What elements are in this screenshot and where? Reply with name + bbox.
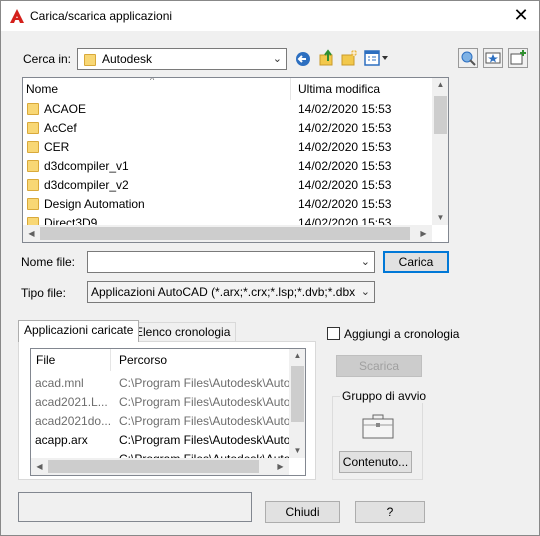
folder-icon — [27, 141, 39, 153]
scroll-left-icon[interactable]: ◀ — [23, 229, 40, 238]
filename-input[interactable]: ⌄ — [87, 251, 375, 273]
filename-label: Nome file: — [21, 255, 76, 269]
list-item[interactable]: AcCef — [27, 119, 289, 138]
loaded-apps-panel: File Percorso acad.mnl C:\Program Files\… — [18, 341, 316, 480]
load-unload-dialog: Carica/scarica applicazioni ✕ Cerca in: … — [0, 0, 540, 536]
apps-horizontal-scrollbar[interactable]: ◀ ▶ — [31, 458, 289, 475]
autocad-logo-icon — [10, 9, 24, 23]
lookin-dropdown[interactable]: Autodesk ⌄ — [77, 48, 287, 70]
list-item-date: 14/02/2020 15:53 — [298, 159, 392, 173]
add-favorite-icon[interactable] — [508, 48, 528, 68]
list-item[interactable]: d3dcompiler_v1 — [27, 157, 289, 176]
scroll-thumb[interactable] — [291, 366, 304, 422]
list-item[interactable]: d3dcompiler_v2 — [27, 176, 289, 195]
loaded-app-path: C:\Program Files\Autodesk\AutoCA... — [119, 376, 289, 390]
chevron-down-icon: ⌄ — [272, 53, 282, 65]
scroll-down-icon[interactable]: ▼ — [432, 213, 448, 222]
loaded-app-file[interactable]: acapp.arx — [35, 431, 111, 450]
chevron-down-icon: ⌄ — [360, 286, 370, 298]
scroll-thumb[interactable] — [48, 460, 259, 473]
loaded-app-path: C:\Program Files\Autodesk\AutoCA... — [119, 433, 289, 447]
close-button[interactable]: Chiudi — [265, 501, 340, 523]
loaded-app-path: C:\Program Files\Autodesk\AutoCA... — [119, 395, 289, 409]
folder-icon — [84, 54, 96, 66]
scroll-thumb[interactable] — [434, 96, 447, 134]
loaded-app-file[interactable]: ... — [35, 450, 111, 458]
scroll-up-icon[interactable]: ▲ — [289, 351, 305, 360]
column-header-date[interactable]: Ultima modifica — [292, 78, 432, 100]
scroll-right-icon[interactable]: ▶ — [415, 229, 432, 238]
list-item[interactable]: ACAOE — [27, 100, 289, 119]
sort-up-icon: ^ — [150, 77, 155, 85]
startup-group: Gruppo di avvio Contenuto... — [332, 389, 429, 480]
list-item-date: 14/02/2020 15:53 — [298, 140, 392, 154]
unload-button[interactable]: Scarica — [336, 355, 422, 377]
files-vertical-scrollbar[interactable]: ▲ ▼ — [432, 78, 448, 225]
list-item[interactable]: Direct3D9 — [27, 214, 289, 225]
search-web-icon[interactable] — [458, 48, 478, 68]
up-folder-icon[interactable] — [318, 49, 336, 67]
lookin-value: Autodesk — [102, 52, 153, 66]
window-title: Carica/scarica applicazioni — [30, 9, 173, 23]
startup-group-title: Gruppo di avvio — [340, 389, 429, 403]
scroll-up-icon[interactable]: ▲ — [432, 80, 448, 89]
briefcase-icon — [362, 414, 394, 439]
list-item[interactable]: Design Automation — [27, 195, 289, 214]
filetype-label: Tipo file: — [21, 286, 66, 300]
folder-icon — [27, 179, 39, 191]
apps-vertical-scrollbar[interactable]: ▲ ▼ — [289, 349, 305, 458]
filetype-value: Applicazioni AutoCAD (*.arx;*.crx;*.lsp;… — [91, 285, 355, 299]
list-item-date: 14/02/2020 15:53 — [298, 178, 392, 192]
list-item-date: 14/02/2020 15:53 — [298, 216, 392, 225]
loaded-app-path: C:\Program Files\Autodesk\AutoCA... — [119, 414, 289, 428]
load-button[interactable]: Carica — [383, 251, 449, 273]
list-item[interactable]: CER — [27, 138, 289, 157]
list-item-date: 14/02/2020 15:53 — [298, 102, 392, 116]
loaded-app-path: C:\Program Files\Autodesk\AutoCA... — [119, 450, 289, 458]
folder-icon — [27, 160, 39, 172]
status-box — [18, 492, 252, 522]
loaded-apps-list[interactable]: File Percorso acad.mnl C:\Program Files\… — [30, 348, 306, 476]
column-header-path[interactable]: Percorso — [112, 349, 287, 371]
title-bar: Carica/scarica applicazioni ✕ — [1, 1, 539, 31]
list-item-date: 14/02/2020 15:53 — [298, 197, 392, 211]
folder-icon — [27, 217, 39, 225]
loaded-app-file[interactable]: acad2021do... — [35, 412, 111, 431]
scroll-left-icon[interactable]: ◀ — [31, 462, 48, 471]
new-folder-icon[interactable] — [340, 49, 358, 67]
files-horizontal-scrollbar[interactable]: ◀ ▶ — [23, 225, 432, 242]
favorites-icon[interactable] — [483, 48, 503, 68]
history-checkbox[interactable] — [327, 327, 340, 340]
back-arrow-icon[interactable] — [295, 51, 311, 67]
loaded-app-file[interactable]: acad.mnl — [35, 374, 111, 393]
filetype-dropdown[interactable]: Applicazioni AutoCAD (*.arx;*.crx;*.lsp;… — [87, 281, 375, 303]
files-list[interactable]: Nome ^ Ultima modifica ACAOE 14/02/2020 … — [22, 77, 449, 243]
folder-icon — [27, 122, 39, 134]
tab-history-list[interactable]: Elenco cronologia — [129, 322, 237, 342]
column-header-name[interactable]: Nome ^ — [23, 78, 291, 100]
column-header-file[interactable]: File — [31, 349, 111, 371]
history-checkbox-label: Aggiungi a cronologia — [344, 327, 460, 341]
views-menu-icon[interactable] — [364, 50, 390, 66]
loaded-app-file[interactable]: acad2021.L... — [35, 393, 111, 412]
close-icon[interactable]: ✕ — [513, 5, 529, 25]
folder-icon — [27, 198, 39, 210]
contents-button[interactable]: Contenuto... — [339, 451, 412, 473]
scroll-thumb[interactable] — [40, 227, 410, 240]
scroll-down-icon[interactable]: ▼ — [289, 446, 305, 455]
list-item-date: 14/02/2020 15:53 — [298, 121, 392, 135]
folder-icon — [27, 103, 39, 115]
tab-loaded-apps[interactable]: Applicazioni caricate — [18, 320, 140, 342]
lookin-label: Cerca in: — [23, 52, 72, 66]
chevron-down-icon: ⌄ — [360, 256, 370, 268]
scroll-right-icon[interactable]: ▶ — [272, 462, 289, 471]
help-button[interactable]: ? — [355, 501, 425, 523]
